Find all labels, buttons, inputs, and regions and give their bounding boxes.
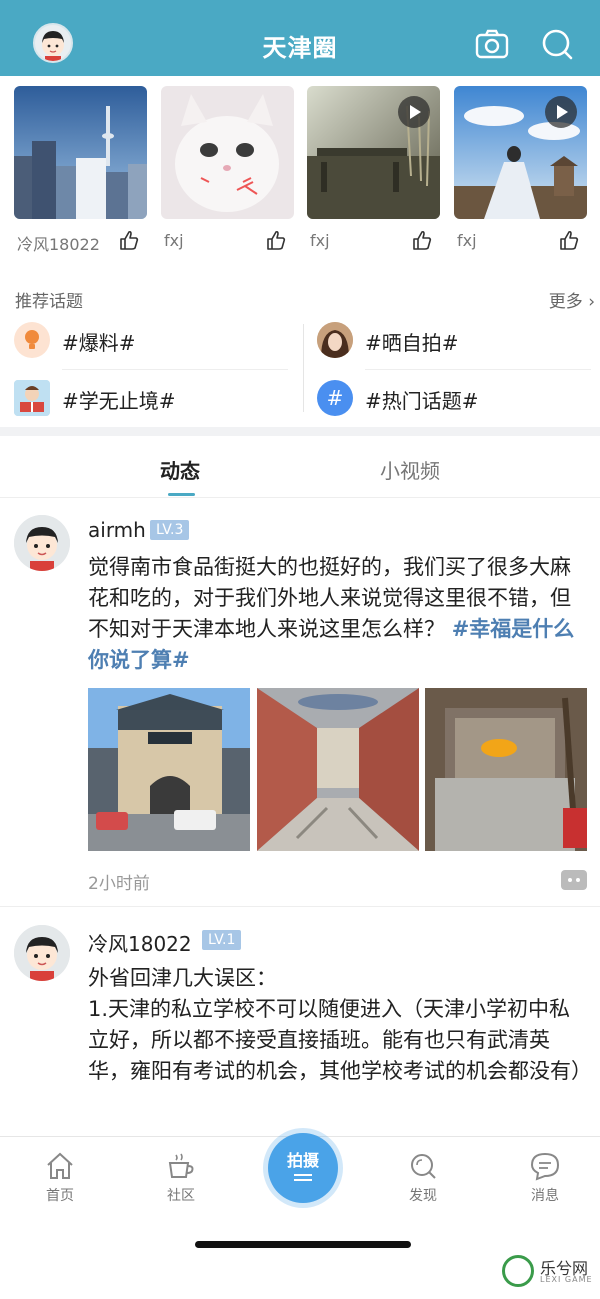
thumbnail-meta: fxj (310, 229, 437, 253)
thumbnail-author: fxj (310, 231, 330, 250)
more-label: 更多 (548, 292, 583, 312)
thumbnail-image[interactable] (307, 86, 440, 219)
home-indicator[interactable] (195, 1241, 411, 1248)
post-image[interactable] (257, 688, 419, 851)
nav-messages[interactable]: 消息 (505, 1151, 585, 1205)
menu-lines-icon (294, 1174, 312, 1176)
thumbnail-image[interactable] (14, 86, 147, 219)
top-bar: 天津圈 (0, 0, 600, 76)
thumbnail-author: fxj (457, 231, 477, 250)
topics-header: 推荐话题 更多 › (15, 287, 595, 312)
shoot-label: 拍摄 (286, 1151, 319, 1170)
topic-label: #热门话题# (365, 389, 479, 413)
nav-home[interactable]: 首页 (20, 1151, 100, 1205)
divider (62, 369, 288, 370)
post-image[interactable] (88, 688, 250, 851)
app-screen: 天津圈 冷风18022 fxj fxj fxj 推荐话题 更多 › #爆料# #… (0, 0, 600, 1299)
discover-search-icon (411, 1154, 436, 1179)
thumbs-up-icon[interactable] (118, 229, 140, 251)
lightbulb-icon (14, 322, 50, 358)
watermark: 乐兮网 LEXI GAME (500, 1253, 600, 1293)
coffee-cup-icon (168, 1153, 194, 1178)
thumbnail-meta: fxj (457, 229, 584, 253)
nav-label: 首页 (46, 1188, 74, 1204)
nav-community[interactable]: 社区 (141, 1151, 221, 1205)
thumbnail-card[interactable]: 冷风18022 (14, 86, 147, 256)
topic-item[interactable]: #学无止境# (14, 378, 284, 418)
topic-label: #爆料# (62, 331, 136, 355)
selfie-icon (317, 322, 353, 358)
post-time: 2小时前 (88, 874, 150, 894)
topic-item[interactable]: #爆料# (14, 320, 284, 360)
thumbs-up-icon[interactable] (558, 229, 580, 251)
thumbnail-image[interactable] (161, 86, 294, 219)
post-text: 外省回津几大误区： 1.天津的私立学校不可以随便进入（天津小学初中私立好，所以都… (88, 963, 592, 1087)
divider (365, 369, 591, 370)
message-bubble-icon (530, 1152, 560, 1181)
featured-thumbnails: 冷风18022 fxj fxj fxj (14, 86, 594, 256)
post-username[interactable]: 冷风18022 (88, 928, 192, 957)
nav-discover[interactable]: 发现 (383, 1151, 463, 1205)
topics-heading: 推荐话题 (15, 292, 83, 312)
post-line: 外省回津几大误区： (88, 966, 277, 990)
thumbs-up-icon[interactable] (265, 229, 287, 251)
feed-tabs: 动态 小视频 (0, 436, 600, 498)
topic-item[interactable]: #晒自拍# (317, 320, 587, 360)
thumbnail-image[interactable] (454, 86, 587, 219)
thumbnail-card[interactable]: fxj (454, 86, 587, 256)
thumbnail-author: fxj (164, 231, 184, 250)
topic-item[interactable]: # #热门话题# (317, 378, 587, 418)
play-icon[interactable] (398, 96, 430, 128)
level-badge: LV.3 (150, 520, 190, 540)
tab-dynamics[interactable]: 动态 (160, 455, 200, 484)
post-text: 觉得南市食品街挺大的也挺好的，我们买了很多大麻花和吃的，对于我们外地人来说觉得这… (88, 552, 588, 676)
camera-icon[interactable] (475, 28, 509, 60)
post-line: 1.天津的私立学校不可以随便进入（天津小学初中私立好，所以都不接受直接插班。能有… (88, 997, 592, 1083)
svg-text:#: # (327, 386, 344, 410)
thumbnail-meta: fxj (164, 229, 291, 253)
watermark-logo-icon (502, 1255, 534, 1287)
home-icon (47, 1152, 73, 1179)
divider (303, 324, 304, 412)
chevron-right-icon: › (588, 292, 595, 312)
thumbnail-author: 冷风18022 (17, 235, 100, 254)
post-username[interactable]: airmh (88, 518, 146, 542)
search-icon[interactable] (540, 27, 574, 61)
thumbnail-card[interactable]: fxj (161, 86, 294, 256)
nav-label: 社区 (167, 1188, 195, 1204)
post-images (88, 688, 588, 851)
feed-post[interactable]: 冷风18022 LV.1 外省回津几大误区： 1.天津的私立学校不可以随便进入（… (0, 907, 600, 1137)
comment-icon[interactable] (561, 870, 587, 890)
thumbs-up-icon[interactable] (411, 229, 433, 251)
level-badge: LV.1 (202, 930, 242, 950)
topic-label: #学无止境# (62, 389, 176, 413)
shoot-button[interactable]: 拍摄 (268, 1133, 338, 1203)
watermark-subtitle: LEXI GAME (540, 1275, 593, 1284)
post-avatar[interactable] (14, 925, 70, 981)
nav-label: 发现 (409, 1188, 437, 1204)
thumbnail-card[interactable]: fxj (307, 86, 440, 256)
topic-label: #晒自拍# (365, 331, 459, 355)
app-title: 天津圈 (262, 34, 338, 62)
section-separator (0, 427, 600, 436)
tab-short-video[interactable]: 小视频 (380, 455, 440, 484)
hashtag-icon: # (317, 380, 353, 416)
thumbnail-meta: 冷风18022 (17, 229, 144, 254)
active-tab-indicator (168, 493, 195, 496)
more-topics-link[interactable]: 更多 › (549, 287, 595, 312)
post-image[interactable] (425, 688, 587, 851)
play-icon[interactable] (545, 96, 577, 128)
study-icon (14, 380, 50, 416)
feed-post[interactable]: airmh LV.3 觉得南市食品街挺大的也挺好的，我们买了很多大麻花和吃的，对… (0, 498, 600, 906)
nav-label: 消息 (531, 1188, 559, 1204)
post-avatar[interactable] (14, 515, 70, 571)
